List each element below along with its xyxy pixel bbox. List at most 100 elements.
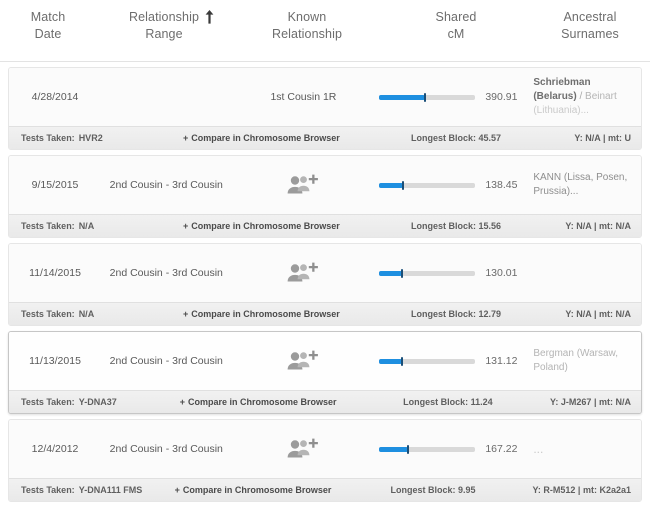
compare-in-chromosome-browser-link[interactable]: + Compare in Chromosome Browser (176, 397, 403, 407)
match-date-cell: 12/4/2012 (9, 443, 101, 455)
match-rows-container: 4/28/2014 1st Cousin 1R 390.91 Schriebma… (0, 67, 650, 502)
longest-block-group: Longest Block: 9.95 (391, 485, 533, 495)
shared-cm-cell: 138.45 (375, 179, 523, 191)
haplogroups-group: Y: N/A | mt: U (561, 133, 641, 143)
shared-cm-bar-fill (379, 358, 403, 364)
y-haplogroup-label: Y: (565, 309, 574, 319)
add-to-tree-icon[interactable] (286, 349, 320, 373)
match-row[interactable]: 9/15/2015 2nd Cousin - 3rd Cousin 138.45 (8, 155, 642, 238)
relationship-range-value: 2nd Cousin - 3rd Cousin (109, 267, 223, 279)
shared-cm-bar-marker (401, 268, 404, 278)
tests-taken-value: N/A (78, 221, 95, 231)
compare-in-chromosome-browser-link[interactable]: + Compare in Chromosome Browser (179, 221, 411, 231)
longest-block-label: Longest Block: (390, 485, 456, 495)
match-row[interactable]: 12/4/2012 2nd Cousin - 3rd Cousin 167.22 (8, 419, 642, 502)
mt-haplogroup-value: N/A (615, 397, 632, 407)
y-haplogroup-value: N/A (585, 133, 601, 143)
column-header-known-relationship[interactable]: Known Relationship (232, 9, 382, 43)
plus-icon: + (183, 221, 189, 231)
column-header-ancestral-surnames-line1: Ancestral (563, 10, 617, 24)
compare-in-chromosome-browser-link[interactable]: + Compare in Chromosome Browser (171, 485, 391, 495)
tests-taken-group: Tests Taken: N/A (9, 221, 179, 231)
tests-taken-label: Tests Taken: (21, 397, 75, 407)
ancestral-surnames-cell[interactable]: Bergman (Warsaw, Poland) (523, 347, 641, 375)
y-haplogroup-label: Y: (574, 133, 583, 143)
plus-icon: + (183, 309, 189, 319)
shared-cm-cell: 167.22 (375, 443, 523, 455)
mt-haplogroup-value: U (624, 133, 632, 143)
column-header-match-date[interactable]: Match Date (0, 9, 96, 43)
tests-taken-value: N/A (78, 309, 95, 319)
compare-in-chromosome-browser-link[interactable]: + Compare in Chromosome Browser (179, 133, 411, 143)
plus-icon: + (179, 397, 186, 407)
shared-cm-bar-fill (379, 182, 404, 188)
match-row-footer: Tests Taken: Y-DNA37 + Compare in Chromoso… (9, 390, 641, 413)
mt-haplogroup-label: mt: (582, 485, 597, 495)
longest-block-value: 15.56 (478, 221, 502, 231)
shared-cm-meter: 390.91 (379, 91, 523, 103)
shared-cm-bar-fill (379, 446, 409, 452)
relationship-range-value: 2nd Cousin - 3rd Cousin (109, 443, 223, 455)
arrow-up-icon[interactable] (205, 10, 214, 24)
column-header-relationship-range[interactable]: Relationship Range (96, 9, 232, 43)
shared-cm-bar-marker (402, 180, 405, 190)
relationship-range-cell: 2nd Cousin - 3rd Cousin (101, 179, 231, 191)
tests-taken-value: Y-DNA111 FMS (78, 485, 143, 495)
longest-block-value: 45.57 (478, 133, 502, 143)
match-row-footer: Tests Taken: HVR2 + Compare in Chromosome … (9, 126, 641, 149)
y-haplogroup-value: R-M512 (543, 485, 576, 495)
match-row-main: 4/28/2014 1st Cousin 1R 390.91 Schriebma… (9, 68, 641, 126)
longest-block-label: Longest Block: (411, 133, 477, 143)
ancestral-surnames-cell[interactable]: ... (523, 442, 641, 456)
column-header-ancestral-surnames[interactable]: Ancestral Surnames (530, 9, 650, 43)
y-haplogroup-value: N/A (576, 221, 592, 231)
shared-cm-cell: 130.01 (375, 267, 523, 279)
match-row[interactable]: 4/28/2014 1st Cousin 1R 390.91 Schriebma… (8, 67, 642, 150)
match-date-value: 4/28/2014 (31, 91, 79, 103)
match-date-value: 11/14/2015 (29, 267, 81, 279)
shared-cm-bar-track (379, 180, 476, 190)
shared-cm-value: 390.91 (485, 91, 518, 103)
column-header-relationship-range-line2: Range (145, 27, 183, 41)
tests-taken-label: Tests Taken: (21, 221, 75, 231)
shared-cm-meter: 167.22 (379, 443, 523, 455)
y-haplogroup-label: Y: (532, 485, 541, 495)
y-haplogroup-label: Y: (550, 397, 559, 407)
longest-block-value: 11.24 (470, 397, 493, 407)
match-date-value: 11/13/2015 (29, 355, 81, 367)
match-date-value: 9/15/2015 (31, 179, 79, 191)
compare-in-chromosome-browser-label: Compare in Chromosome Browser (182, 485, 332, 495)
column-header-shared-cm[interactable]: Shared cM (382, 9, 530, 43)
shared-cm-cell: 390.91 (375, 91, 523, 103)
add-to-tree-icon[interactable] (286, 261, 320, 285)
longest-block-group: Longest Block: 45.57 (411, 133, 561, 143)
relationship-range-cell: 2nd Cousin - 3rd Cousin (101, 355, 231, 367)
mt-haplogroup-value: K2a2a1 (599, 485, 632, 495)
y-haplogroup-value: J-M267 (560, 397, 592, 407)
mt-haplogroup-label: mt: (598, 397, 613, 407)
known-relationship-cell (231, 332, 375, 390)
shared-cm-meter: 130.01 (379, 267, 523, 279)
compare-in-chromosome-browser-label: Compare in Chromosome Browser (191, 309, 340, 319)
mt-haplogroup-label: mt: (607, 133, 622, 143)
ancestral-surnames-cell[interactable]: KANN (Lissa, Posen, Prussia)... (523, 171, 641, 199)
mt-haplogroup-label: mt: (598, 309, 613, 319)
tests-taken-label: Tests Taken: (21, 133, 75, 143)
column-header-known-relationship-line1: Known (287, 10, 327, 24)
tests-taken-value: Y-DNA37 (78, 397, 117, 407)
shared-cm-value: 130.01 (485, 267, 518, 279)
mt-haplogroup-value: N/A (615, 221, 632, 231)
match-row[interactable]: 11/13/2015 2nd Cousin - 3rd Cousin 131.1… (8, 331, 642, 414)
add-to-tree-icon[interactable] (286, 173, 320, 197)
relationship-range-value: 2nd Cousin - 3rd Cousin (109, 355, 223, 367)
shared-cm-bar-fill (379, 270, 403, 276)
haplogroup-separator: | (593, 221, 597, 231)
add-to-tree-icon[interactable] (286, 437, 320, 461)
compare-in-chromosome-browser-link[interactable]: + Compare in Chromosome Browser (179, 309, 411, 319)
match-row[interactable]: 11/14/2015 2nd Cousin - 3rd Cousin 130.0… (8, 243, 642, 326)
shared-cm-bar-marker (424, 92, 427, 102)
longest-block-group: Longest Block: 15.56 (411, 221, 561, 231)
match-row-footer: Tests Taken: Y-DNA111 FMS + Compare in Chr… (9, 478, 641, 501)
plus-icon: + (174, 485, 180, 495)
ancestral-surnames-cell[interactable]: Schriebman (Belarus) / Beinart (Lithuania)… (523, 76, 641, 118)
